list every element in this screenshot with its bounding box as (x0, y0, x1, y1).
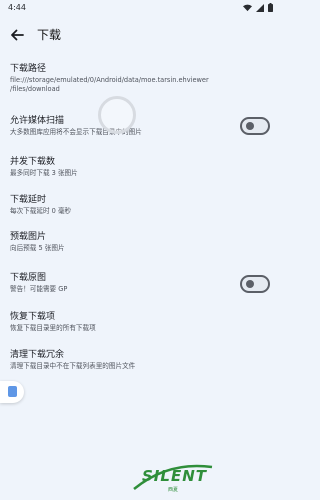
pref-summary: 最多同时下载 3 张图片 (10, 169, 78, 177)
pref-summary: 警告！可能需要 GP (10, 285, 68, 293)
pref-title: 恢复下载项 (10, 312, 56, 322)
app-bar: 下载 (0, 20, 281, 50)
pref-title: 下载路径 (10, 64, 47, 74)
page-title: 下载 (37, 28, 62, 42)
watermark-logo: SILENT 西夏 (128, 459, 218, 495)
status-bar: 4:44 (0, 0, 281, 16)
pref-download-delay[interactable]: 下载延时 每次下载延时 0 毫秒 (10, 194, 240, 216)
download-original-toggle[interactable] (240, 275, 270, 293)
pref-summary: 向后预载 5 张图片 (10, 244, 65, 252)
media-scan-toggle[interactable] (240, 117, 270, 135)
pref-title: 并发下载数 (10, 157, 56, 167)
pref-preload-images[interactable]: 预载图片 向后预载 5 张图片 (10, 231, 240, 253)
toggle-knob (246, 122, 254, 130)
floating-tab-icon (8, 386, 17, 397)
arrow-back-icon[interactable] (8, 26, 26, 44)
toggle-knob (246, 280, 254, 288)
loading-spinner (98, 96, 136, 134)
wifi-icon (243, 4, 252, 11)
status-time: 4:44 (8, 3, 26, 12)
pref-summary: 恢复下载目录里的所有下载项 (10, 324, 96, 332)
pref-title: 清理下载冗余 (10, 350, 65, 360)
pref-restore-downloads[interactable]: 恢复下载项 恢复下载目录里的所有下载项 (10, 311, 240, 333)
pref-title: 下载延时 (10, 195, 47, 205)
signal-icon (256, 3, 264, 12)
floating-side-tab[interactable] (0, 381, 24, 403)
pref-title: 预载图片 (10, 232, 47, 242)
pref-summary: file:///storage/emulated/0/Android/data/… (10, 76, 209, 93)
pref-title: 下载原图 (10, 273, 47, 283)
status-icons (243, 3, 273, 12)
pref-summary: 清理下载目录中不在下载列表里的图片文件 (10, 362, 136, 370)
battery-icon (268, 3, 273, 12)
pref-download-original[interactable]: 下载原图 警告！可能需要 GP (10, 272, 240, 294)
pref-concurrent-downloads[interactable]: 并发下载数 最多同时下载 3 张图片 (10, 156, 240, 178)
pref-download-path[interactable]: 下载路径 file:///storage/emulated/0/Android/… (10, 63, 240, 94)
pref-summary: 每次下载延时 0 毫秒 (10, 207, 72, 215)
watermark-text: SILENT (142, 467, 207, 485)
watermark-subtext: 西夏 (168, 487, 179, 493)
pref-clean-redundancy[interactable]: 清理下载冗余 清理下载目录中不在下载列表里的图片文件 (10, 349, 240, 371)
